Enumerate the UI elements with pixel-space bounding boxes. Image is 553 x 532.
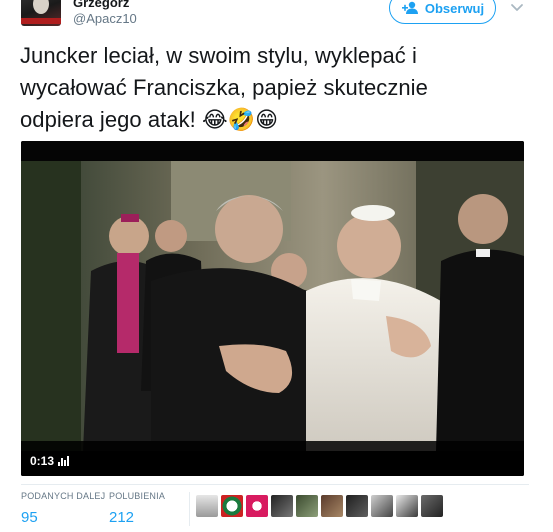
liker-avatar-5[interactable] xyxy=(296,495,318,517)
volume-bars-icon xyxy=(58,456,70,466)
avatar-band xyxy=(21,18,61,24)
tweet-text: Juncker leciał, w swoim stylu, wyklepać … xyxy=(20,43,428,132)
likers-avatars xyxy=(196,495,443,517)
retweets-label: PODANYCH DALEJ xyxy=(21,491,106,501)
video-frame xyxy=(21,141,524,476)
liker-avatar-8[interactable] xyxy=(371,495,393,517)
add-user-icon xyxy=(401,1,419,15)
retweets-count[interactable]: 95 xyxy=(21,508,105,528)
likes-count[interactable]: 212 xyxy=(109,508,165,528)
liker-avatar-2[interactable] xyxy=(221,495,243,517)
follow-button-label: Obserwuj xyxy=(424,0,485,16)
likes-label: POLUBIENIA xyxy=(109,491,166,501)
liker-avatar-10[interactable] xyxy=(421,495,443,517)
avatar-face xyxy=(33,0,49,14)
liker-avatar-6[interactable] xyxy=(321,495,343,517)
user-avatar[interactable] xyxy=(21,0,61,26)
liker-avatar-9[interactable] xyxy=(396,495,418,517)
liker-avatar-7[interactable] xyxy=(346,495,368,517)
user-handle[interactable]: @Apacz10 xyxy=(73,11,137,27)
chevron-down-icon[interactable] xyxy=(510,0,524,14)
liker-avatar-1[interactable] xyxy=(196,495,218,517)
video-timestamp: 0:13 xyxy=(30,454,70,468)
stats-separator xyxy=(189,492,190,526)
tweet-header: Grzegorz @Apacz10 Obserwuj xyxy=(0,0,553,34)
video-time-text: 0:13 xyxy=(30,454,55,468)
video-player[interactable]: 0:13 xyxy=(21,141,524,476)
user-display-name[interactable]: Grzegorz xyxy=(73,0,129,11)
follow-button[interactable]: Obserwuj xyxy=(389,0,496,24)
retweets-stat[interactable]: PODANYCH DALEJ 95 xyxy=(21,490,105,528)
liker-avatar-3[interactable] xyxy=(246,495,268,517)
stats-divider xyxy=(21,484,529,485)
liker-avatar-4[interactable] xyxy=(271,495,293,517)
likes-stat[interactable]: POLUBIENIA 212 xyxy=(109,490,165,528)
